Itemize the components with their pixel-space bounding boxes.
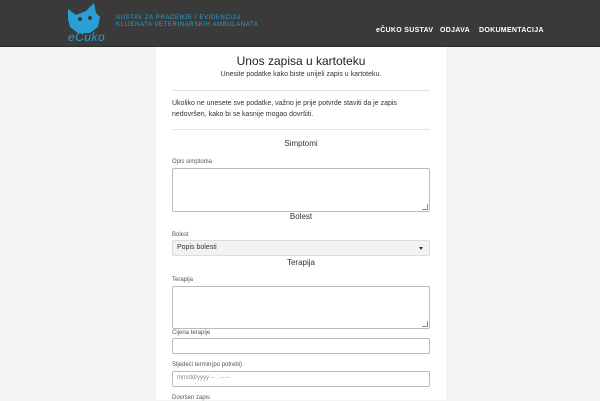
section-title-symptoms: Simptomi <box>284 139 318 148</box>
brand[interactable]: eČuko SUSTAV ZA PRAĆENJE I EVIDENCIJU KL… <box>66 3 258 44</box>
brand-tagline-2: KLIJENATA VETERINARSKIH AMBULANATA <box>116 22 259 28</box>
disease-label: Bolest <box>172 232 189 238</box>
completed-record-label: Dovršen zapis <box>172 395 211 401</box>
page-title: Unos zapisa u kartoteku <box>236 54 366 68</box>
resize-grip-icon[interactable] <box>422 321 428 327</box>
disease-select-value: Popis bolesti <box>177 244 217 251</box>
next-appointment-label: Sljedeći termin(po potrebi) <box>172 362 243 368</box>
date-placeholder: mm/dd/yyyy -- : -- -- <box>177 375 230 381</box>
section-title-therapy: Terapija <box>286 258 315 267</box>
divider <box>172 90 430 91</box>
therapy-price-input[interactable] <box>172 338 430 354</box>
nav-link-dokumentacija[interactable]: DOKUMENTACIJA <box>479 27 544 34</box>
incomplete-warning: Ukoliko ne unesete sve podatke, važno je… <box>172 100 397 118</box>
divider <box>172 129 430 130</box>
resize-grip-icon[interactable] <box>422 204 428 210</box>
form-panel: Unos zapisa u kartoteku Unesite podatke … <box>156 47 446 401</box>
nav-link-ecuko-sustav[interactable]: eČUKO SUSTAV <box>376 27 433 34</box>
navbar: eČuko SUSTAV ZA PRAĆENJE I EVIDENCIJU KL… <box>0 0 600 47</box>
page-subtitle: Unesite podatke kako biste unijeli zapis… <box>220 71 382 78</box>
caret-down-icon <box>419 247 423 250</box>
next-appointment-input[interactable]: mm/dd/yyyy -- : -- -- <box>172 371 430 387</box>
brand-tagline-1: SUSTAV ZA PRAĆENJE I EVIDENCIJU <box>116 15 242 21</box>
nav-link-odjava[interactable]: ODJAVA <box>440 27 470 34</box>
therapy-textarea[interactable] <box>172 286 430 329</box>
symptoms-textarea[interactable] <box>172 168 430 212</box>
symptoms-label: Opis simptoma <box>172 159 213 165</box>
therapy-label: Terapija <box>172 277 194 283</box>
section-title-disease: Bolest <box>289 212 313 221</box>
therapy-price-label: Cijena terapije <box>172 330 211 336</box>
disease-select[interactable]: Popis bolesti <box>172 240 430 256</box>
brand-name: eČuko <box>68 30 106 44</box>
